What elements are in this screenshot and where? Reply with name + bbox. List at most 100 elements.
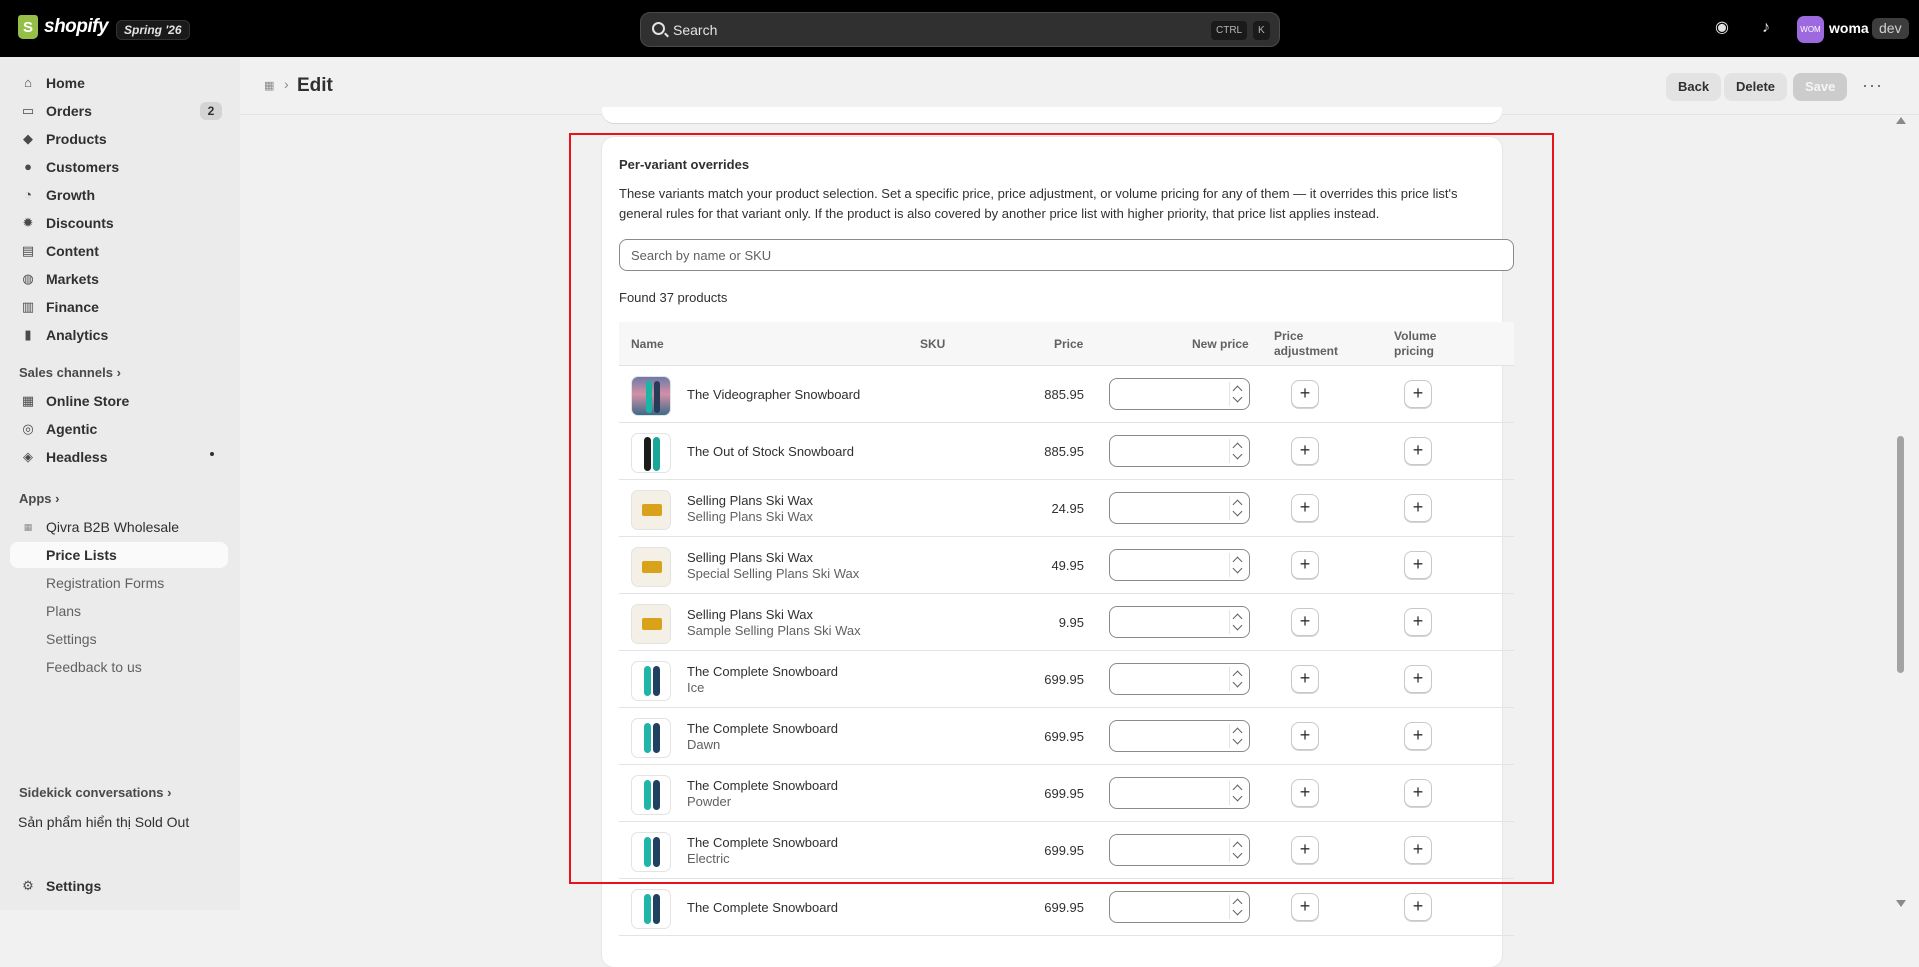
stepper-icon[interactable]: [1229, 553, 1246, 577]
sidebar-item-customers[interactable]: ● Customers: [10, 154, 228, 180]
sidebar-item-feedback[interactable]: Feedback to us: [10, 654, 228, 680]
sidekick-conversation-item[interactable]: Sản phẩm hiển thị Sold Out: [10, 809, 228, 835]
bar-chart-icon: ▮: [24, 327, 32, 342]
stepper-icon[interactable]: [1229, 439, 1246, 463]
product-thumbnail: [631, 889, 671, 929]
new-price-input[interactable]: [1109, 891, 1250, 923]
product-name: The Complete Snowboard: [687, 664, 839, 679]
add-volume-pricing-button[interactable]: +: [1404, 893, 1432, 921]
add-price-adjustment-button[interactable]: +: [1291, 893, 1319, 921]
sidebar-item-qivra-app[interactable]: ▦ Qivra B2B Wholesale: [10, 514, 228, 540]
sidekick-icon[interactable]: ◉: [1712, 18, 1732, 38]
scroll-down-arrow-icon[interactable]: [1896, 900, 1906, 907]
sidebar-item-markets[interactable]: ◍ Markets: [10, 266, 228, 292]
new-price-input[interactable]: [1109, 606, 1250, 638]
user-name[interactable]: woma: [1829, 20, 1869, 36]
price-value: 699.95: [1044, 900, 1084, 915]
sidebar-item-products[interactable]: ◆ Products: [10, 126, 228, 152]
stepper-icon[interactable]: [1229, 496, 1246, 520]
product-thumbnail: [631, 490, 671, 530]
add-price-adjustment-button[interactable]: +: [1291, 836, 1319, 864]
top-bar: shopify Spring '26 Search CTRL K ◉ ♪ WOM…: [0, 0, 1919, 57]
scroll-up-arrow-icon[interactable]: [1896, 117, 1906, 124]
product-thumbnail: [631, 832, 671, 872]
add-volume-pricing-button[interactable]: +: [1404, 779, 1432, 807]
add-price-adjustment-button[interactable]: +: [1291, 551, 1319, 579]
add-price-adjustment-button[interactable]: +: [1291, 722, 1319, 750]
main-content: ▦ › Edit Back Delete Save ··· Per-varian…: [240, 57, 1919, 967]
sidebar-item-content[interactable]: ▤ Content: [10, 238, 228, 264]
scrollbar[interactable]: [1895, 115, 1906, 910]
add-volume-pricing-button[interactable]: +: [1404, 608, 1432, 636]
add-price-adjustment-button[interactable]: +: [1291, 380, 1319, 408]
sidebar-item-home[interactable]: ⌂ Home: [10, 70, 228, 96]
sidebar-item-analytics[interactable]: ▮ Analytics: [10, 322, 228, 348]
add-price-adjustment-button[interactable]: +: [1291, 494, 1319, 522]
back-button[interactable]: Back: [1666, 73, 1722, 101]
stepper-icon[interactable]: [1229, 382, 1246, 406]
add-price-adjustment-button[interactable]: +: [1291, 608, 1319, 636]
sidekick-conversations-heading[interactable]: Sidekick conversations ›: [19, 785, 171, 800]
section-label: Apps: [19, 491, 52, 506]
column-header-volume-pricing: Volume pricing: [1394, 329, 1436, 359]
sidebar-item-online-store[interactable]: ▦ Online Store: [10, 388, 228, 414]
global-search-bar[interactable]: Search CTRL K: [640, 12, 1280, 47]
sidebar-item-settings-app[interactable]: Settings: [10, 626, 228, 652]
sidebar-item-discounts[interactable]: ✹ Discounts: [10, 210, 228, 236]
add-volume-pricing-button[interactable]: +: [1404, 551, 1432, 579]
sidebar-item-finance[interactable]: ▥ Finance: [10, 294, 228, 320]
apps-heading[interactable]: Apps ›: [19, 491, 59, 506]
previous-card: [602, 107, 1502, 123]
add-volume-pricing-button[interactable]: +: [1404, 437, 1432, 465]
stepper-icon[interactable]: [1229, 610, 1246, 634]
new-price-input[interactable]: [1109, 549, 1250, 581]
stepper-icon[interactable]: [1229, 667, 1246, 691]
new-price-input[interactable]: [1109, 378, 1250, 410]
sidebar-item-label: Home: [46, 75, 85, 91]
shopify-logo[interactable]: shopify: [18, 15, 109, 39]
search-placeholder: Search: [673, 22, 718, 38]
agentic-icon: ◎: [22, 421, 34, 436]
scrollbar-thumb[interactable]: [1897, 436, 1904, 673]
more-actions-icon[interactable]: ···: [1862, 75, 1883, 96]
add-volume-pricing-button[interactable]: +: [1404, 494, 1432, 522]
stepper-icon[interactable]: [1229, 895, 1246, 919]
sidebar-item-growth[interactable]: ◔ Growth: [10, 182, 228, 208]
bell-icon[interactable]: ♪: [1756, 18, 1776, 38]
edition-badge[interactable]: Spring '26: [116, 20, 190, 40]
sidebar-item-registration-forms[interactable]: Registration Forms: [10, 570, 228, 596]
new-price-input[interactable]: [1109, 435, 1250, 467]
add-volume-pricing-button[interactable]: +: [1404, 380, 1432, 408]
product-name: The Complete Snowboard: [687, 835, 839, 850]
sidebar-item-price-lists[interactable]: Price Lists: [10, 542, 228, 568]
variant-search-input[interactable]: [619, 239, 1514, 271]
save-button[interactable]: Save: [1793, 73, 1848, 101]
stepper-icon[interactable]: [1229, 724, 1246, 748]
gear-icon: ⚙: [22, 878, 34, 893]
add-price-adjustment-button[interactable]: +: [1291, 779, 1319, 807]
sidebar-item-headless[interactable]: ◈ Headless: [10, 444, 228, 470]
sidebar-item-plans[interactable]: Plans: [10, 598, 228, 624]
add-volume-pricing-button[interactable]: +: [1404, 665, 1432, 693]
sales-channels-heading[interactable]: Sales channels ›: [19, 365, 121, 380]
new-price-input[interactable]: [1109, 834, 1250, 866]
new-price-input[interactable]: [1109, 777, 1250, 809]
stepper-icon[interactable]: [1229, 838, 1246, 862]
avatar[interactable]: WOM: [1797, 16, 1824, 43]
add-price-adjustment-button[interactable]: +: [1291, 437, 1319, 465]
sidebar-item-orders[interactable]: ▭ Orders 2: [10, 98, 228, 124]
add-price-adjustment-button[interactable]: +: [1291, 665, 1319, 693]
new-price-input[interactable]: [1109, 492, 1250, 524]
sidebar-item-settings[interactable]: ⚙ Settings: [10, 873, 228, 899]
sidebar-item-label: Finance: [46, 299, 99, 315]
new-price-input[interactable]: [1109, 720, 1250, 752]
stepper-icon[interactable]: [1229, 781, 1246, 805]
delete-button[interactable]: Delete: [1724, 73, 1788, 101]
chevron-right-icon: ›: [116, 365, 121, 380]
app-icon[interactable]: ▦: [264, 79, 278, 93]
add-volume-pricing-button[interactable]: +: [1404, 836, 1432, 864]
sidebar-item-agentic[interactable]: ◎ Agentic: [10, 416, 228, 442]
new-price-input[interactable]: [1109, 663, 1250, 695]
sidebar-item-label: Headless: [46, 449, 108, 465]
add-volume-pricing-button[interactable]: +: [1404, 722, 1432, 750]
